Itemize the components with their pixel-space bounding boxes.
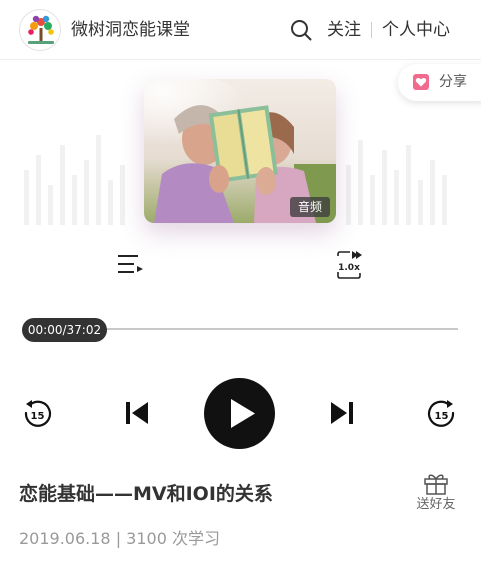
gift-icon [424,474,448,495]
audio-cover-image: 音频 [144,79,336,223]
tree-logo-icon [28,15,54,44]
playback-speed-button[interactable]: 1.0x [334,250,364,280]
playlist-icon[interactable] [116,252,144,278]
gift-label: 送好友 [416,497,456,512]
header-divider [371,22,372,38]
personal-center-link[interactable]: 个人中心 [382,18,450,42]
time-indicator[interactable]: 00:00/37:02 [22,318,107,342]
follow-button[interactable]: 关注 [327,18,361,42]
app-title: 微树洞恋能课堂 [71,20,190,40]
forward-label: 15 [435,411,449,422]
audio-badge: 音频 [289,197,330,217]
rewind-15-icon[interactable]: 15 [22,399,52,429]
episode-title: 恋能基础——MV和IOI的关系 [19,483,273,505]
previous-track-icon[interactable] [124,400,150,426]
search-icon[interactable] [290,19,312,41]
play-icon [231,399,255,428]
play-button[interactable] [204,378,275,449]
share-label: 分享 [439,74,467,90]
share-heart-icon [413,74,429,90]
next-track-icon[interactable] [329,400,355,426]
rewind-label: 15 [31,411,45,422]
header: 微树洞恋能课堂 关注 个人中心 [0,0,481,60]
share-button[interactable]: 分享 [398,64,481,101]
forward-15-icon[interactable]: 15 [427,399,457,429]
app-logo[interactable] [19,9,61,51]
episode-meta: 2019.06.18 | 3100 次学习 [19,529,220,548]
send-to-friend-button[interactable]: 送好友 [414,471,458,517]
speed-label: 1.0x [338,263,360,273]
